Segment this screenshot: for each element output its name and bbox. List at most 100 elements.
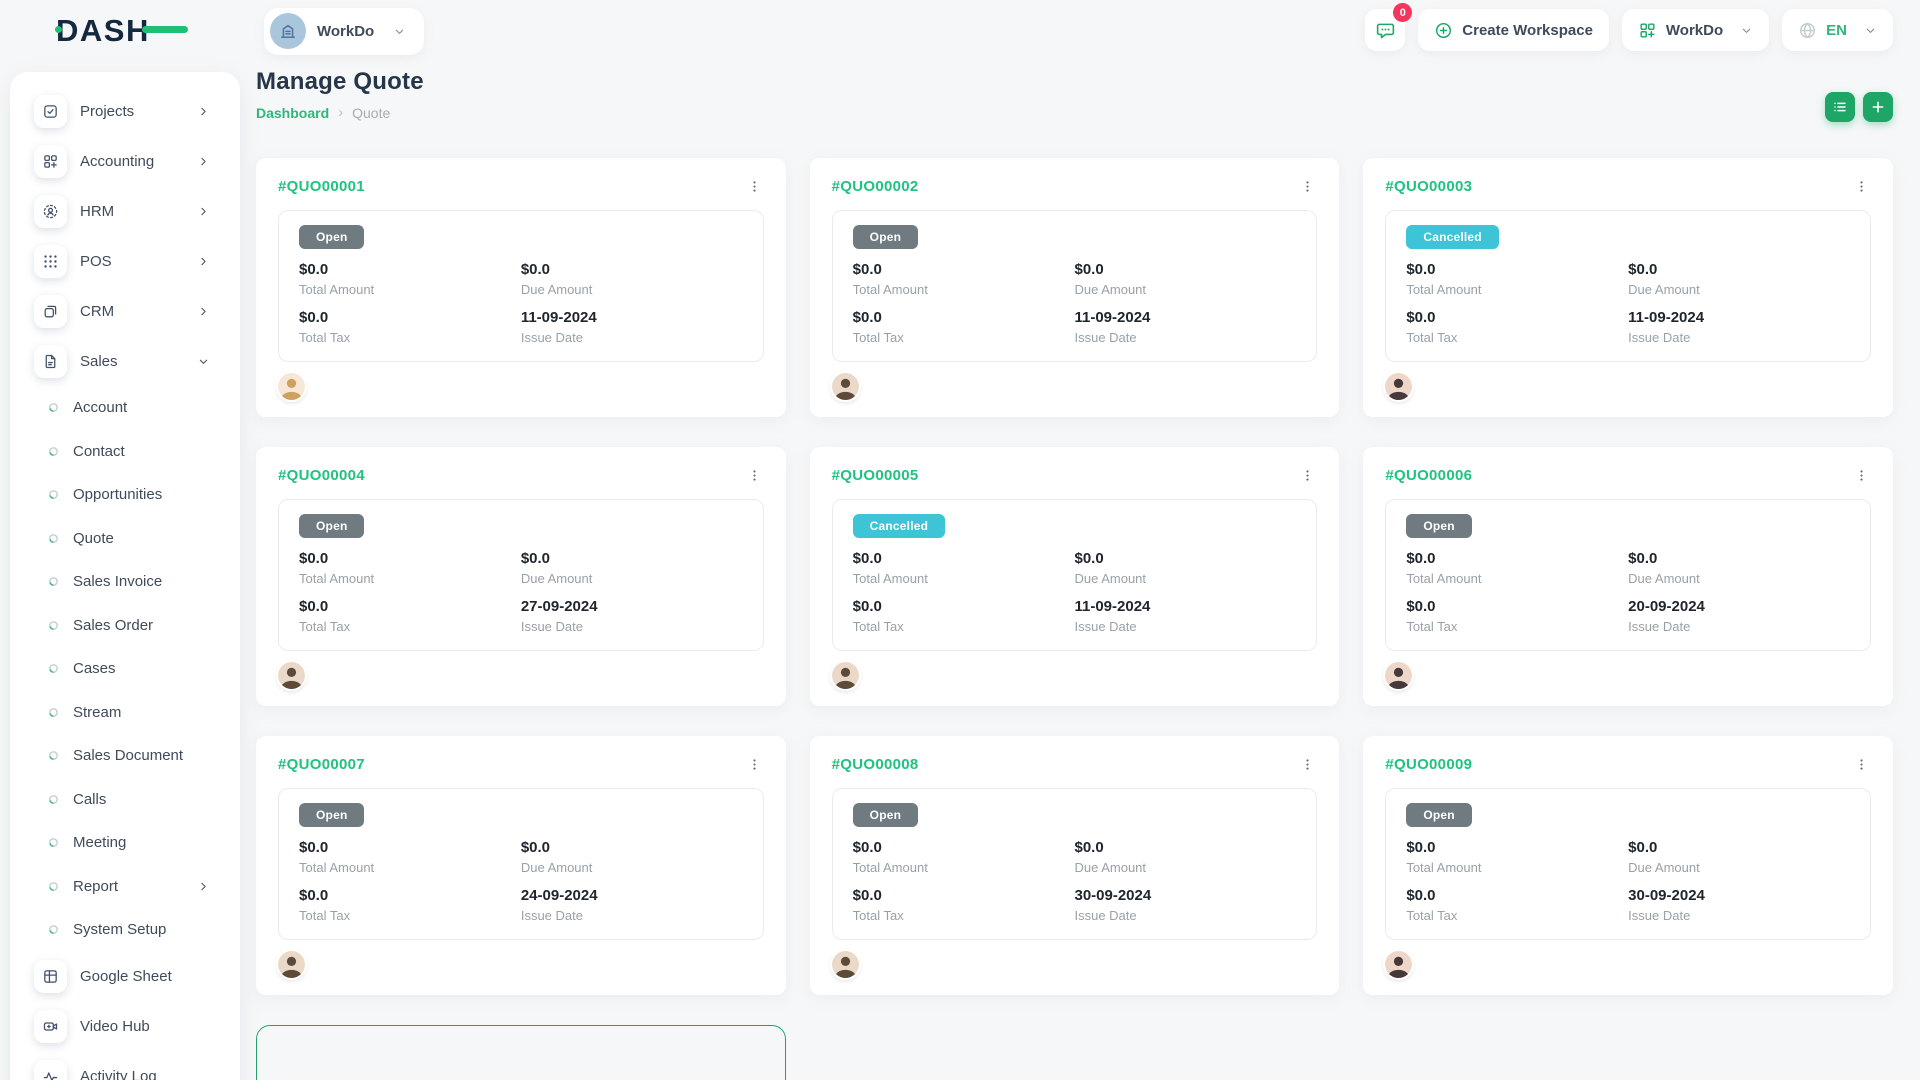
field-total-amount: $0.0Total Amount xyxy=(299,261,521,297)
sidebar-item-calls[interactable]: Calls xyxy=(10,778,240,822)
quote-details-panel: Cancelled$0.0Total Amount$0.0Due Amount$… xyxy=(832,499,1318,651)
total-tax-value: $0.0 xyxy=(853,887,1075,905)
page-title: Manage Quote xyxy=(256,68,424,96)
status-badge: Open xyxy=(1406,514,1471,538)
quote-id-link[interactable]: #QUO00006 xyxy=(1385,467,1472,484)
field-total-amount: $0.0Total Amount xyxy=(1406,839,1628,875)
sidebar-item-report[interactable]: Report xyxy=(10,865,240,909)
workspace-dropdown[interactable]: WorkDo xyxy=(1622,9,1769,51)
field-total-amount: $0.0Total Amount xyxy=(1406,550,1628,586)
breadcrumb: Dashboard › Quote xyxy=(256,104,424,121)
sidebar-item-activity-log[interactable]: Activity Log xyxy=(10,1052,240,1080)
new-quote-placeholder[interactable] xyxy=(256,1025,786,1080)
sidebar-item-quote[interactable]: Quote xyxy=(10,517,240,561)
quote-fields: $0.0Total Amount$0.0Due Amount$0.0Total … xyxy=(853,550,1297,634)
quote-fields: $0.0Total Amount$0.0Due Amount$0.0Total … xyxy=(1406,261,1850,345)
due-amount-label: Due Amount xyxy=(521,282,743,297)
total-amount-label: Total Amount xyxy=(1406,282,1628,297)
breadcrumb-dashboard-link[interactable]: Dashboard xyxy=(256,105,329,121)
sidebar-item-sales-order[interactable]: Sales Order xyxy=(10,604,240,648)
total-amount-value: $0.0 xyxy=(299,550,521,568)
chevron-right-icon xyxy=(197,880,210,893)
messages-button[interactable]: 0 xyxy=(1365,9,1405,51)
quote-id-link[interactable]: #QUO00008 xyxy=(832,756,919,773)
sidebar-item-cases[interactable]: Cases xyxy=(10,647,240,691)
chevron-right-icon xyxy=(197,305,210,318)
total-amount-label: Total Amount xyxy=(299,571,521,586)
card-menu-button[interactable] xyxy=(1298,177,1317,196)
sidebar-item-crm[interactable]: CRM xyxy=(10,286,240,336)
chevron-down-icon xyxy=(1864,24,1877,37)
sidebar-item-sales-document[interactable]: Sales Document xyxy=(10,734,240,778)
quote-fields: $0.0Total Amount$0.0Due Amount$0.0Total … xyxy=(853,839,1297,923)
issue-date-label: Issue Date xyxy=(521,330,743,345)
sales-file-icon xyxy=(34,345,67,378)
add-quote-button[interactable] xyxy=(1863,92,1893,122)
sidebar-item-hrm[interactable]: HRM xyxy=(10,186,240,236)
total-amount-label: Total Amount xyxy=(299,860,521,875)
quote-details-panel: Open$0.0Total Amount$0.0Due Amount$0.0To… xyxy=(832,788,1318,940)
sidebar-item-projects[interactable]: Projects xyxy=(10,86,240,136)
field-due-amount: $0.0Due Amount xyxy=(1074,550,1296,586)
quote-id-link[interactable]: #QUO00002 xyxy=(832,178,919,195)
sidebar-item-video-hub[interactable]: Video Hub xyxy=(10,1002,240,1052)
card-menu-button[interactable] xyxy=(1852,755,1871,774)
assigned-user-avatar xyxy=(832,662,859,689)
total-tax-value: $0.0 xyxy=(1406,598,1628,616)
sidebar-item-sales[interactable]: Sales xyxy=(10,336,240,386)
issue-date-value: 11-09-2024 xyxy=(1074,598,1296,616)
card-menu-button[interactable] xyxy=(745,466,764,485)
field-total-tax: $0.0Total Tax xyxy=(853,309,1075,345)
sidebar-item-system-setup[interactable]: System Setup xyxy=(10,908,240,952)
logo-text: DASH xyxy=(56,13,150,48)
quote-id-link[interactable]: #QUO00001 xyxy=(278,178,365,195)
quote-id-link[interactable]: #QUO00005 xyxy=(832,467,919,484)
quote-card: #QUO00006Open$0.0Total Amount$0.0Due Amo… xyxy=(1363,447,1893,706)
total-amount-value: $0.0 xyxy=(299,839,521,857)
sidebar-item-google-sheet[interactable]: Google Sheet xyxy=(10,952,240,1002)
crm-icon xyxy=(34,295,67,328)
globe-icon xyxy=(1798,21,1817,40)
field-due-amount: $0.0Due Amount xyxy=(1074,261,1296,297)
create-workspace-button[interactable]: Create Workspace xyxy=(1418,9,1609,51)
plus-circle-icon xyxy=(1434,21,1453,40)
list-view-button[interactable] xyxy=(1825,92,1855,122)
sidebar-item-sales-invoice[interactable]: Sales Invoice xyxy=(10,560,240,604)
sidebar-item-accounting[interactable]: Accounting xyxy=(10,136,240,186)
sidebar-item-pos[interactable]: POS xyxy=(10,236,240,286)
status-badge: Open xyxy=(853,225,918,249)
sidebar-item-account[interactable]: Account xyxy=(10,386,240,430)
quote-fields: $0.0Total Amount$0.0Due Amount$0.0Total … xyxy=(299,839,743,923)
workspace-switcher[interactable]: WorkDo xyxy=(264,8,424,55)
bullet-icon xyxy=(48,620,59,631)
card-menu-button[interactable] xyxy=(745,755,764,774)
field-due-amount: $0.0Due Amount xyxy=(1628,261,1850,297)
workspace-name: WorkDo xyxy=(317,23,374,40)
field-due-amount: $0.0Due Amount xyxy=(1074,839,1296,875)
quote-id-link[interactable]: #QUO00004 xyxy=(278,467,365,484)
bullet-icon xyxy=(48,707,59,718)
due-amount-label: Due Amount xyxy=(1074,282,1296,297)
status-badge: Cancelled xyxy=(1406,225,1499,249)
field-issue-date: 30-09-2024Issue Date xyxy=(1074,887,1296,923)
card-menu-button[interactable] xyxy=(1298,466,1317,485)
video-icon xyxy=(34,1010,67,1043)
quote-id-link[interactable]: #QUO00007 xyxy=(278,756,365,773)
card-menu-button[interactable] xyxy=(1852,177,1871,196)
field-total-tax: $0.0Total Tax xyxy=(1406,887,1628,923)
quote-id-link[interactable]: #QUO00009 xyxy=(1385,756,1472,773)
sidebar-item-stream[interactable]: Stream xyxy=(10,691,240,735)
issue-date-value: 27-09-2024 xyxy=(521,598,743,616)
sidebar-item-meeting[interactable]: Meeting xyxy=(10,821,240,865)
card-menu-button[interactable] xyxy=(745,177,764,196)
quote-card: #QUO00009Open$0.0Total Amount$0.0Due Amo… xyxy=(1363,736,1893,995)
sidebar-item-contact[interactable]: Contact xyxy=(10,430,240,474)
sidebar-item-label: Opportunities xyxy=(73,486,162,503)
sidebar-item-opportunities[interactable]: Opportunities xyxy=(10,473,240,517)
bullet-icon xyxy=(48,750,59,761)
language-selector[interactable]: EN xyxy=(1782,9,1893,51)
quote-id-link[interactable]: #QUO00003 xyxy=(1385,178,1472,195)
bullet-icon xyxy=(48,533,59,544)
card-menu-button[interactable] xyxy=(1298,755,1317,774)
card-menu-button[interactable] xyxy=(1852,466,1871,485)
